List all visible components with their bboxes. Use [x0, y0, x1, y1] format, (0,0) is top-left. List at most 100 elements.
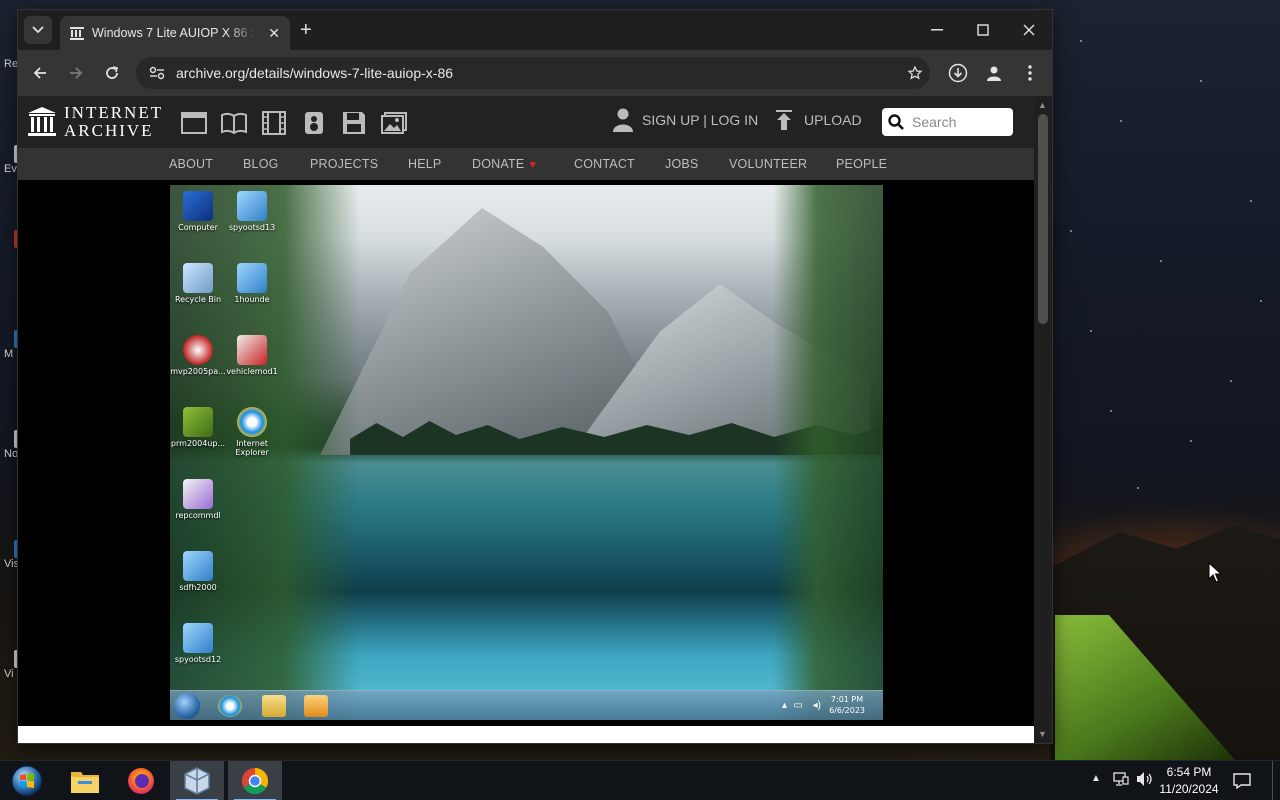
video-icon[interactable]	[261, 110, 287, 136]
software-icon[interactable]	[341, 110, 367, 136]
web-icon[interactable]	[181, 110, 207, 136]
w7-desktop-icon[interactable]: sdfh2000	[170, 551, 226, 592]
w7-network-icon[interactable]: ▭	[794, 700, 803, 711]
back-button[interactable]	[28, 61, 52, 85]
w7-desktop-icon[interactable]: Recycle Bin	[170, 263, 226, 304]
nav-people[interactable]: PEOPLE	[836, 157, 887, 171]
profile-button[interactable]	[982, 61, 1006, 85]
w7-clock-time: 7:01 PM	[830, 695, 864, 704]
nav-about[interactable]: ABOUT	[169, 157, 213, 171]
virtualbox-taskbar-button[interactable]	[170, 761, 224, 800]
firefox-taskbar-button[interactable]	[114, 761, 168, 800]
forward-button[interactable]	[64, 61, 88, 85]
notification-icon	[1233, 773, 1251, 789]
heart-icon: ♥	[529, 159, 537, 171]
clock-time: 6:54 PM	[1166, 765, 1212, 779]
browser-toolbar: archive.org/details/windows-7-lite-auiop…	[18, 50, 1052, 96]
w7-volume-icon[interactable]: ◂)	[813, 700, 821, 711]
file-explorer-taskbar-button[interactable]	[58, 761, 112, 800]
network-computer-icon	[237, 263, 267, 293]
scrollbar-thumb[interactable]	[1038, 114, 1048, 324]
texts-icon[interactable]	[221, 110, 247, 136]
w7-desktop-icon[interactable]: Internet Explorer	[224, 407, 280, 457]
nav-volunteer[interactable]: VOLUNTEER	[729, 157, 807, 171]
w7-desktop-icon[interactable]: spyootsd13	[224, 191, 280, 232]
close-window-button[interactable]	[1006, 10, 1052, 50]
clock-date: 11/20/2024	[1159, 782, 1219, 796]
w7-tray-arrow-icon[interactable]: ▴	[782, 700, 787, 711]
network-icon[interactable]	[1113, 771, 1129, 790]
mvp-icon	[183, 335, 213, 365]
w7-icon-label: vehiclemod1	[226, 367, 278, 376]
w7-desktop-icon[interactable]: repcommdl	[170, 479, 226, 520]
maximize-button[interactable]	[960, 10, 1006, 50]
internet-explorer-icon	[237, 407, 267, 437]
desktop-icon-label: Ev	[4, 163, 17, 175]
w7-icon-label: spyootsd12	[174, 655, 222, 664]
w7-icon-label: Recycle Bin	[174, 295, 222, 304]
forest-shape	[773, 185, 883, 720]
user-icon	[613, 108, 633, 132]
profile-icon	[987, 66, 1001, 81]
nav-jobs[interactable]: JOBS	[665, 157, 698, 171]
chrome-menu-button[interactable]	[1018, 61, 1042, 85]
internet-explorer-icon[interactable]	[218, 695, 242, 717]
scroll-up-icon[interactable]: ▲	[1038, 100, 1047, 110]
browser-tab[interactable]: Windows 7 Lite AUIOP X 86 : w ✕	[60, 16, 290, 50]
minimize-icon	[931, 29, 943, 31]
w7-desktop-icon[interactable]: mvp2005pa...	[170, 335, 226, 376]
w7-clock-date: 6/6/2023	[829, 706, 865, 715]
tab-search-button[interactable]	[24, 16, 52, 44]
close-tab-icon[interactable]: ✕	[268, 25, 280, 42]
nav-contact[interactable]: CONTACT	[574, 157, 635, 171]
recycle-bin-icon	[183, 263, 213, 293]
site-settings-icon[interactable]	[142, 66, 172, 80]
nav-donate[interactable]: DONATE ♥	[472, 157, 536, 171]
more-vertical-icon	[1028, 65, 1032, 81]
chrome-taskbar-button[interactable]	[228, 761, 282, 800]
w7-desktop-icon[interactable]: prm2004up...	[170, 407, 226, 448]
downloads-button[interactable]	[946, 61, 970, 85]
page-scrollbar[interactable]: ▲ ▼	[1034, 96, 1052, 743]
sign-in-label: SIGN UP | LOG IN	[642, 112, 759, 128]
taskbar-clock[interactable]: 6:54 PM 11/20/2024	[1150, 764, 1228, 798]
minimize-button[interactable]	[914, 10, 960, 50]
download-icon	[948, 63, 968, 83]
desktop-icon-label: No	[4, 448, 19, 460]
desktop-icon-label: Re	[4, 58, 19, 70]
w7-desktop-icon[interactable]: spyootsd12	[170, 623, 226, 664]
upload-link[interactable]: UPLOAD	[774, 110, 862, 130]
sign-in-link[interactable]: SIGN UP | LOG IN	[612, 108, 758, 132]
w7-taskbar: ▴ ▭ ◂) 7:01 PM 6/6/2023	[170, 690, 883, 720]
address-bar[interactable]: archive.org/details/windows-7-lite-auiop…	[136, 57, 930, 89]
w7-desktop-icon[interactable]: 1hounde	[224, 263, 280, 304]
file-explorer-icon[interactable]	[262, 695, 286, 717]
media-player-icon[interactable]	[304, 695, 328, 717]
maximize-icon	[977, 24, 989, 36]
reload-button[interactable]	[100, 61, 124, 85]
w7-desktop-icon[interactable]: Computer	[170, 191, 226, 232]
w7-icon-label: Internet Explorer	[235, 439, 269, 457]
tab-title: Windows 7 Lite AUIOP X 86 : w	[92, 26, 261, 40]
w7-clock[interactable]: 7:01 PM 6/6/2023	[829, 694, 865, 716]
show-desktop-button[interactable]	[1272, 761, 1280, 800]
new-tab-button[interactable]: +	[300, 20, 312, 40]
emulator-screen[interactable]: Computer spyootsd13 Recycle Bin 1hounde …	[170, 185, 883, 720]
desktop-icon-label: Vis	[4, 558, 20, 570]
nav-blog[interactable]: BLOG	[243, 157, 279, 171]
start-button[interactable]	[0, 761, 54, 800]
images-icon[interactable]	[381, 110, 407, 136]
show-hidden-icons-icon[interactable]: ▲	[1091, 773, 1101, 784]
ia-logo-line1: INTERNET	[64, 103, 164, 122]
action-center-button[interactable]	[1230, 771, 1254, 791]
nav-help[interactable]: HELP	[408, 157, 441, 171]
scroll-down-icon[interactable]: ▼	[1038, 729, 1047, 739]
w7-desktop-icon[interactable]: vehiclemod1	[224, 335, 280, 376]
bookmark-star-icon[interactable]	[900, 65, 930, 81]
nav-projects[interactable]: PROJECTS	[310, 157, 378, 171]
ia-logo[interactable]: INTERNET ARCHIVE	[28, 104, 163, 140]
w7-start-orb-icon[interactable]	[174, 693, 200, 719]
web-page: INTERNET ARCHIVE SIGN UP | LOG IN UPLOAD…	[18, 96, 1034, 743]
audio-icon[interactable]	[301, 110, 327, 136]
ia-search-field[interactable]: Search	[882, 108, 1013, 136]
